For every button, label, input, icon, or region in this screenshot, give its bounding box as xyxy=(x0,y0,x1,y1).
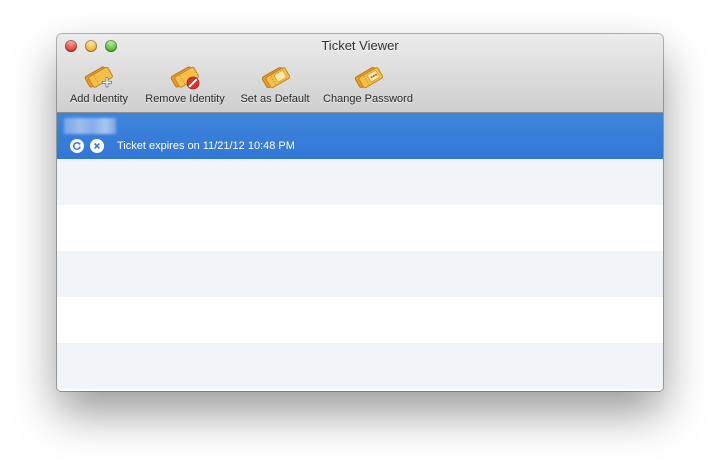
add-identity-label: Add Identity xyxy=(69,93,129,105)
identity-row-selected[interactable]: Ticket expires on 11/21/12 10:48 PM xyxy=(57,113,663,159)
empty-row xyxy=(57,297,663,343)
empty-row xyxy=(57,205,663,251)
titlebar: Ticket Viewer Add Identity Remove Identi… xyxy=(57,34,663,113)
ticket-remove-icon xyxy=(170,66,200,90)
destroy-icon[interactable] xyxy=(90,139,104,153)
identity-name-redacted xyxy=(64,118,116,134)
empty-row xyxy=(57,251,663,297)
empty-row xyxy=(57,343,663,389)
remove-identity-label: Remove Identity xyxy=(145,93,225,105)
identity-list: Ticket expires on 11/21/12 10:48 PM xyxy=(57,113,663,391)
ticket-password-icon xyxy=(354,67,384,89)
toolbar: Add Identity Remove Identity Set as Defa… xyxy=(57,62,663,110)
change-password-button[interactable]: Change Password xyxy=(320,62,416,110)
add-identity-button[interactable]: Add Identity xyxy=(65,62,133,110)
empty-row xyxy=(57,159,663,205)
ticket-default-icon xyxy=(261,67,291,89)
ticket-viewer-window: Ticket Viewer Add Identity Remove Identi… xyxy=(57,34,663,391)
change-password-label: Change Password xyxy=(323,93,413,105)
window-title: Ticket Viewer xyxy=(321,38,399,53)
row-actions xyxy=(70,139,104,153)
set-as-default-label: Set as Default xyxy=(240,93,310,105)
remove-identity-button[interactable]: Remove Identity xyxy=(140,62,230,110)
renew-icon[interactable] xyxy=(70,139,84,153)
set-as-default-button[interactable]: Set as Default xyxy=(236,62,314,110)
ticket-expiry-text: Ticket expires on 11/21/12 10:48 PM xyxy=(117,140,295,152)
ticket-add-icon xyxy=(84,66,113,88)
